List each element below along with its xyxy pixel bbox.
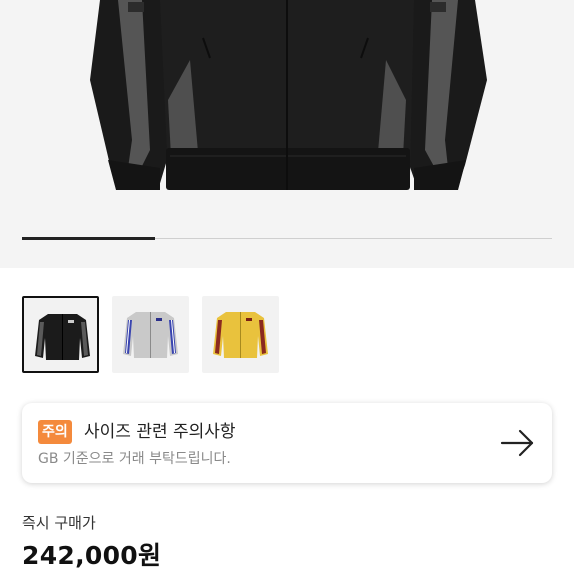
thumbnail-grey-jacket[interactable] <box>112 296 189 373</box>
grey-jacket-image <box>123 312 178 358</box>
thumbnail-yellow-jacket[interactable] <box>202 296 279 373</box>
arrow-right-icon[interactable] <box>500 427 536 459</box>
thumbnail-black-jacket[interactable] <box>22 296 99 373</box>
product-image-area[interactable] <box>0 0 574 268</box>
carousel-progress-track <box>22 237 552 240</box>
instant-buy-label: 즉시 구매가 <box>22 514 96 532</box>
instant-buy-price: 242,000원 <box>22 541 162 570</box>
notice-description: GB 기준으로 거래 부탁드립니다. <box>38 451 231 467</box>
size-notice-card[interactable]: 주의 사이즈 관련 주의사항 GB 기준으로 거래 부탁드립니다. <box>22 403 552 483</box>
caution-badge: 주의 <box>38 420 72 444</box>
black-jacket-image <box>35 314 90 360</box>
notice-title: 사이즈 관련 주의사항 <box>84 422 236 442</box>
carousel-progress-indicator <box>22 237 155 240</box>
yellow-jacket-image <box>213 312 268 358</box>
product-main-image <box>90 0 487 190</box>
